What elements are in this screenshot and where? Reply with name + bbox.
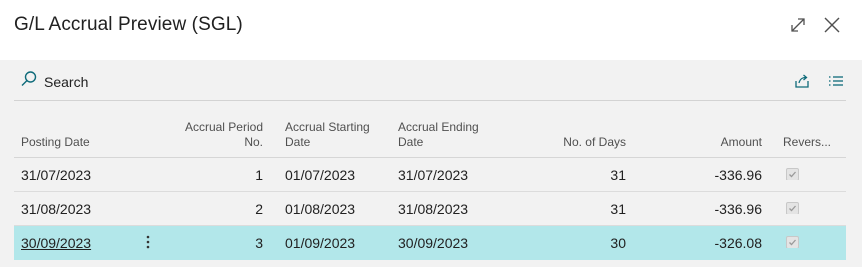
accrual-table: Posting Date Accrual Period No. Accrual … (14, 118, 846, 260)
cell-accrual-period: 2 (255, 201, 263, 217)
expand-icon[interactable] (788, 14, 808, 36)
cell-accrual-period: 1 (255, 167, 263, 183)
cell-amount: -326.08 (714, 235, 762, 251)
cell-posting-date[interactable]: 31/08/2023 (21, 201, 91, 217)
col-end-line2: Date (398, 135, 424, 149)
list-view-icon[interactable] (826, 70, 846, 92)
cell-amount: -336.96 (714, 167, 762, 183)
cell-no-of-days: 31 (610, 201, 626, 217)
table-row[interactable]: 31/08/2023 2 01/08/2023 31/08/2023 31 -3… (14, 192, 846, 226)
title-actions (788, 14, 842, 36)
close-icon[interactable] (822, 14, 842, 36)
toolbar-actions (792, 70, 846, 92)
table-row[interactable]: 31/07/2023 1 01/07/2023 31/07/2023 31 -3… (14, 158, 846, 192)
cell-start-date: 01/07/2023 (285, 167, 356, 183)
cell-end-date: 31/07/2023 (398, 167, 469, 183)
cell-amount: -336.96 (714, 201, 762, 217)
title-bar: G/L Accrual Preview (SGL) (0, 0, 862, 60)
vertical-ellipsis-icon[interactable] (142, 235, 154, 252)
content-panel: Search Posting Date Accrual Period No. A… (0, 60, 862, 267)
col-accrual-starting-date[interactable]: Accrual Starting Date (285, 120, 370, 150)
search-button[interactable]: Search (20, 70, 88, 93)
cell-end-date: 30/09/2023 (398, 235, 469, 251)
cell-accrual-period: 3 (255, 235, 263, 251)
cell-posting-date[interactable]: 31/07/2023 (21, 167, 91, 183)
cell-start-date: 01/08/2023 (285, 201, 356, 217)
col-reversed[interactable]: Revers... (783, 135, 839, 150)
search-label: Search (44, 73, 89, 90)
col-accrual-period-line2: No. (244, 135, 263, 149)
share-icon[interactable] (792, 70, 812, 92)
checkmark-icon (786, 236, 799, 248)
cell-posting-date-link[interactable]: 30/09/2023 (21, 235, 91, 251)
col-start-line2: Date (285, 135, 311, 149)
table-row-selected[interactable]: 30/09/2023 3 01/09/2023 30/09/2023 30 -3… (14, 226, 846, 260)
col-accrual-period-line1: Accrual Period (184, 120, 263, 134)
page-title: G/L Accrual Preview (SGL) (14, 14, 243, 35)
reversed-checkbox (783, 201, 839, 214)
cell-no-of-days: 31 (610, 167, 626, 183)
checkmark-icon (786, 202, 799, 214)
table-header: Posting Date Accrual Period No. Accrual … (14, 118, 846, 158)
col-end-line1: Accrual Ending (398, 120, 479, 134)
col-no-of-days[interactable]: No. of Days (534, 135, 626, 150)
cell-no-of-days: 30 (610, 235, 626, 251)
reversed-checkbox (783, 235, 839, 248)
col-posting-date[interactable]: Posting Date (21, 135, 90, 150)
col-accrual-period-no[interactable]: Accrual Period No. (174, 120, 263, 150)
reversed-checkbox (783, 167, 839, 180)
search-icon (20, 70, 38, 93)
cell-end-date: 31/08/2023 (398, 201, 469, 217)
col-amount[interactable]: Amount (654, 135, 762, 150)
cell-start-date: 01/09/2023 (285, 235, 356, 251)
toolbar: Search (14, 60, 846, 101)
checkmark-icon (786, 168, 799, 180)
col-start-line1: Accrual Starting (285, 120, 370, 134)
col-accrual-ending-date[interactable]: Accrual Ending Date (398, 120, 479, 150)
